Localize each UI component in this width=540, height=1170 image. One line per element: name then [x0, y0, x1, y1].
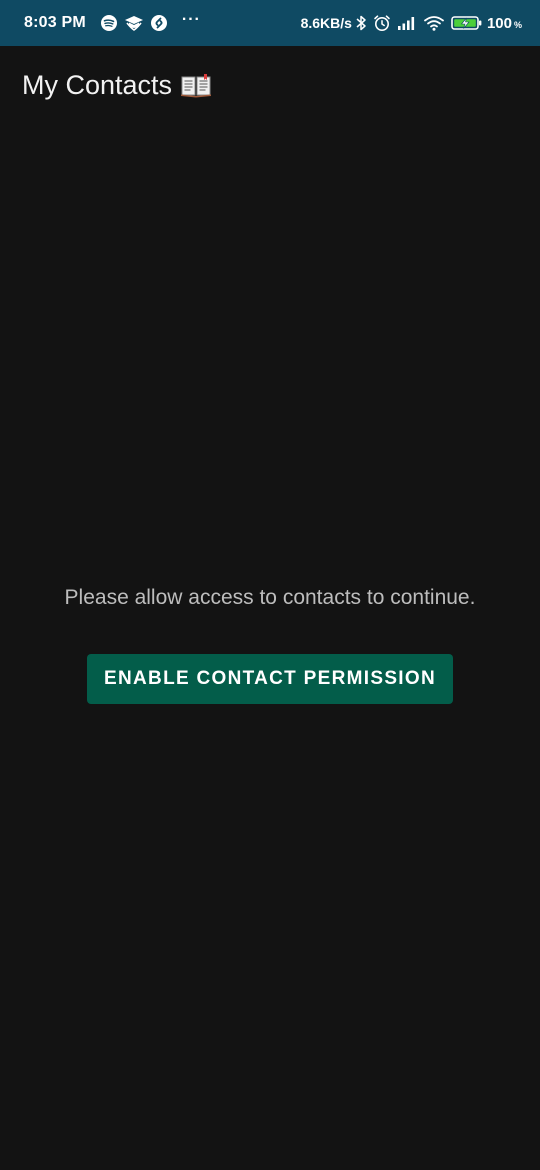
status-bar-left: 8:03 PM ··· — [24, 11, 301, 32]
page-title: My Contacts — [22, 70, 173, 100]
alarm-icon — [373, 14, 391, 32]
more-notifications-indicator: ··· — [181, 11, 201, 28]
wifi-icon — [423, 14, 445, 32]
bluetooth-icon — [355, 14, 367, 32]
status-bar: 8:03 PM ··· 8.6KB/s 100 % — [0, 0, 540, 46]
permission-message: Please allow access to contacts to conti… — [64, 586, 476, 609]
app-title-bar: My Contacts — [22, 70, 212, 101]
open-book-icon — [180, 73, 212, 99]
status-bar-right: 8.6KB/s 100 % — [301, 14, 522, 32]
shazam-icon — [150, 14, 168, 32]
enable-contact-permission-button[interactable]: ENABLE CONTACT PERMISSION — [87, 654, 453, 704]
battery-percent: 100 — [486, 14, 512, 32]
screen: 8:03 PM ··· 8.6KB/s 100 % My Contacts Pl… — [0, 0, 540, 1170]
spotify-icon — [100, 14, 118, 32]
mortarboard-icon — [124, 14, 144, 32]
status-time: 8:03 PM — [24, 14, 86, 31]
battery-percent-sign: % — [513, 20, 522, 30]
network-speed: 8.6KB/s — [300, 15, 352, 31]
battery-charging-icon — [451, 14, 483, 32]
signal-icon — [397, 15, 417, 31]
